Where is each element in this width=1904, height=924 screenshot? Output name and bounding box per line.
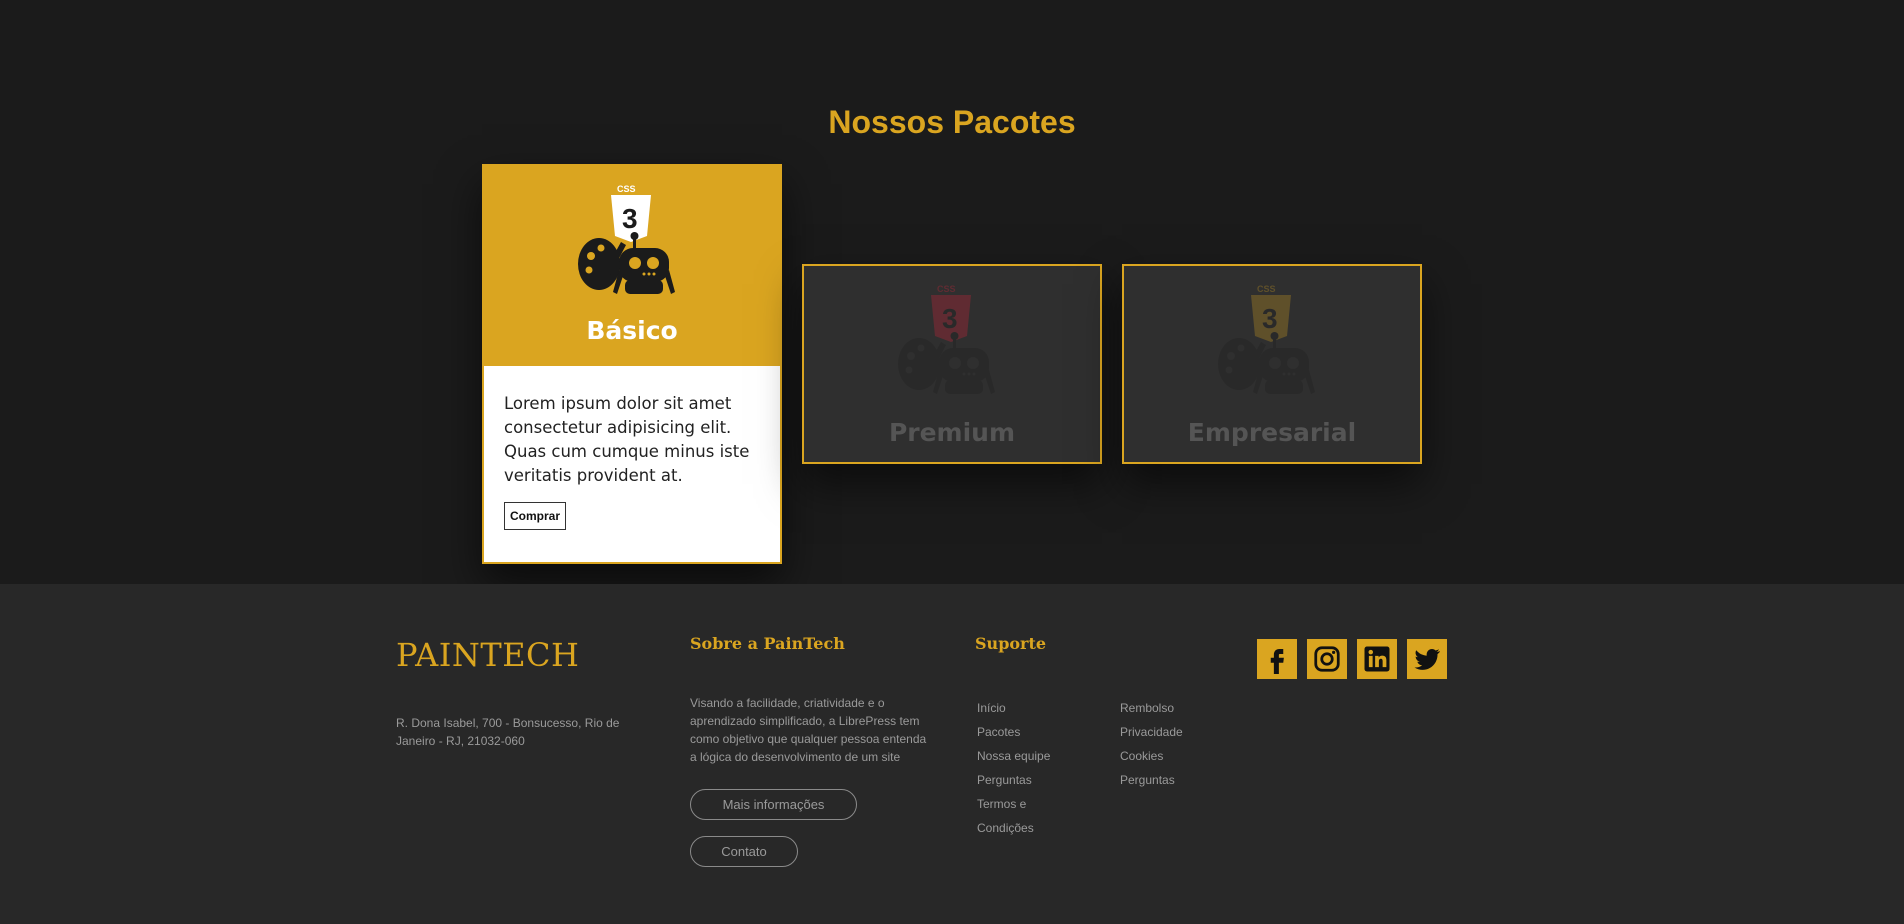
footer-link-cookies[interactable]: Cookies	[1120, 744, 1210, 768]
facebook-icon[interactable]	[1257, 639, 1297, 679]
footer-link-rembolso[interactable]: Rembolso	[1120, 696, 1210, 720]
card-body: Lorem ipsum dolor sit amet consectetur a…	[484, 366, 780, 530]
more-info-button[interactable]: Mais informações	[690, 789, 857, 820]
buy-button[interactable]: Comprar	[504, 502, 567, 530]
twitter-icon[interactable]	[1407, 639, 1447, 679]
footer-link-privacidade[interactable]: Privacidade	[1120, 720, 1210, 744]
package-card-basic[interactable]: Básico Lorem ipsum dolor sit amet consec…	[482, 164, 782, 564]
contact-button[interactable]: Contato	[690, 836, 798, 867]
footer-link-inicio[interactable]: Início	[977, 696, 1067, 720]
footer-address: R. Dona Isabel, 700 - Bonsucesso, Rio de…	[396, 716, 620, 748]
package-card-enterprise[interactable]: Empresarial	[1122, 264, 1422, 464]
site-footer: PAINTECH R. Dona Isabel, 700 - Bonsucess…	[0, 584, 1904, 924]
instagram-icon[interactable]	[1307, 639, 1347, 679]
card-header: Básico	[484, 166, 780, 366]
footer-link-perguntas[interactable]: Perguntas	[977, 768, 1067, 792]
social-links	[1257, 639, 1447, 679]
support-links-col2: Rembolso Privacidade Cookies Perguntas	[1120, 696, 1210, 792]
about-text: Visando a facilidade, criatividade e o a…	[690, 696, 927, 764]
footer-link-nossa-equipe[interactable]: Nossa equipe	[977, 744, 1067, 768]
css3-palette-robot-icon	[1217, 284, 1327, 396]
linkedin-icon[interactable]	[1357, 639, 1397, 679]
card-title: Premium	[888, 418, 1016, 447]
footer-link-perguntas-2[interactable]: Perguntas	[1120, 768, 1210, 792]
packages-section: Nossos Pacotes Básico Lorem ipsum dolor …	[0, 0, 1904, 584]
footer-link-condicoes[interactable]: Condições	[977, 816, 1067, 840]
support-links-col1: Início Pacotes Nossa equipe Perguntas Te…	[977, 696, 1067, 840]
footer-brand[interactable]: PAINTECH	[396, 636, 579, 674]
footer-link-termos[interactable]: Termos e	[977, 792, 1067, 816]
card-description: Lorem ipsum dolor sit amet consectetur a…	[504, 394, 750, 485]
card-title: Básico	[586, 316, 678, 345]
section-title: Nossos Pacotes	[828, 104, 1076, 140]
css3-palette-robot-icon	[577, 184, 687, 296]
css3-palette-robot-icon	[897, 284, 1007, 396]
card-title: Empresarial	[1187, 418, 1357, 447]
footer-link-pacotes[interactable]: Pacotes	[977, 720, 1067, 744]
about-title: Sobre a PainTech	[690, 634, 845, 653]
support-title: Suporte	[975, 634, 1047, 653]
package-card-premium[interactable]: Premium	[802, 264, 1102, 464]
